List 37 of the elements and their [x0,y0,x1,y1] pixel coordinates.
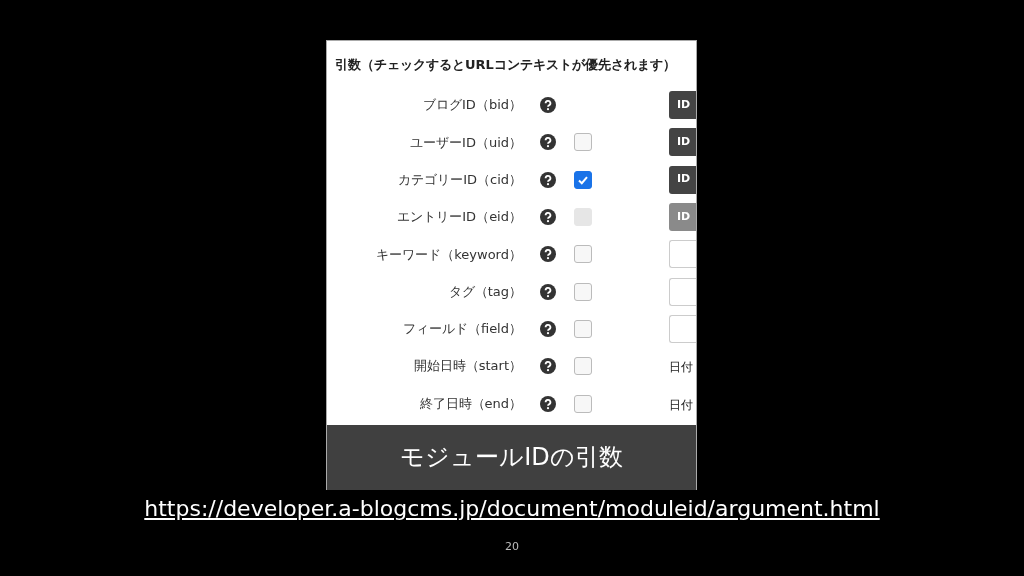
checkbox[interactable] [574,282,592,301]
argument-label: カテゴリーID（cid） [397,171,522,189]
checkbox[interactable] [574,319,592,338]
argument-label: ユーザーID（uid） [409,133,522,152]
help-icon[interactable] [540,283,556,300]
help-icon[interactable] [540,134,556,151]
caption: モジュールIDの引数 [400,443,623,472]
id-button[interactable]: ID [669,165,696,194]
page-number: 20 [505,539,519,555]
help-icon[interactable] [540,395,556,412]
help-icon[interactable] [540,320,556,337]
argument-label: フィールド（field） [401,320,522,339]
help-icon[interactable] [540,246,556,263]
help-icon[interactable] [540,209,556,226]
checkbox[interactable] [574,245,592,264]
date-label: 日付 [669,397,693,412]
help-icon[interactable] [540,171,556,188]
url-link[interactable]: https://developer.a-blogcms.jp/document/moduleid/argument.html [144,492,880,525]
argument-label: キーワード（keyword） [375,245,522,264]
checkbox[interactable] [574,133,592,152]
argument-label: ブログID（bid） [422,96,522,115]
id-button[interactable]: ID [669,91,696,120]
help-icon[interactable] [540,358,556,375]
checkbox[interactable] [574,394,592,413]
date-label: 日付 [669,360,693,375]
argument-label: 開始日時（start） [412,357,522,376]
input-field[interactable] [669,240,696,269]
input-field[interactable] [669,277,696,306]
argument-label: エントリーID（eid） [396,208,522,227]
help-icon[interactable] [540,97,556,114]
checkbox[interactable] [574,357,592,376]
id-button[interactable]: ID [669,128,696,157]
input-field[interactable] [669,314,696,343]
checkbox[interactable] [574,170,592,189]
argument-label: タグ（tag） [447,282,522,301]
argument-label: 終了日時（end） [418,394,522,413]
section-title: 引数（チェックするとURLコンテキストが優先されます） [334,56,677,74]
